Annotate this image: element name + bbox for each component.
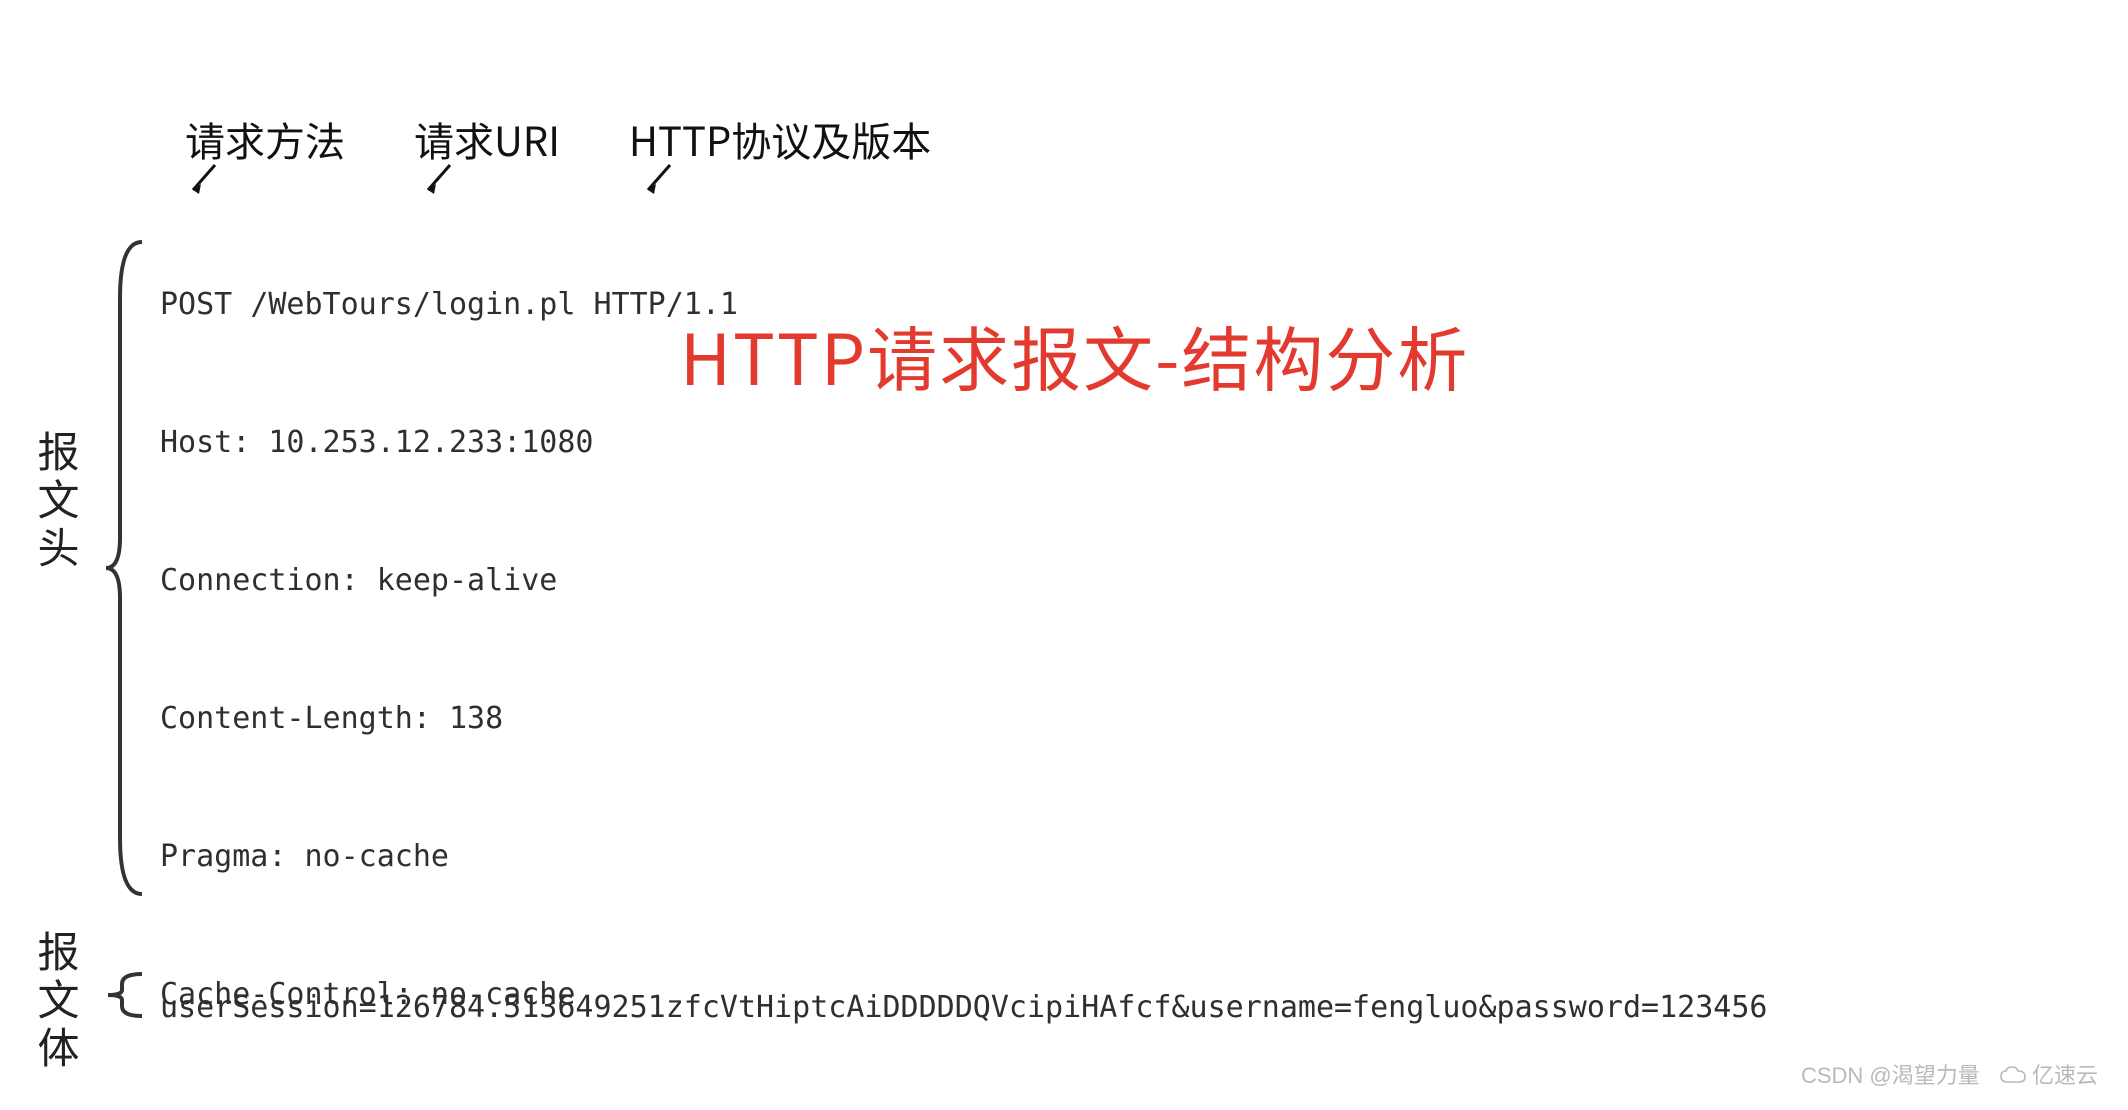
watermark: CSDN @渴望力量 亿速云: [1801, 1058, 2098, 1090]
watermark-brand: 亿速云: [2032, 1063, 2098, 1088]
header-line: Host: 10.253.12.233:1080: [160, 420, 1767, 466]
side-label-body: 报文体: [28, 930, 89, 1074]
request-method: POST: [160, 287, 232, 322]
brace-body-icon: [102, 970, 152, 1020]
diagram-stage: 请求方法 请求URI HTTP协议及版本 HTTP请求报文-结构分析 POST …: [0, 0, 2128, 1110]
brace-header-icon: [102, 238, 152, 898]
header-line: Content-Length: 138: [160, 696, 1767, 742]
side-label-header: 报文头: [28, 430, 89, 574]
top-labels-row: 请求方法 请求URI HTTP协议及版本: [185, 110, 991, 168]
watermark-text: CSDN @渴望力量: [1801, 1063, 1980, 1088]
http-request-block: POST /WebTours/login.pl HTTP/1.1 Host: 1…: [160, 190, 1767, 1110]
request-version: HTTP/1.1: [593, 287, 738, 322]
request-body: userSession=126784.513649251zfcVtHiptcAi…: [160, 985, 1767, 1031]
request-uri: /WebTours/login.pl: [250, 287, 575, 322]
header-line: Connection: keep-alive: [160, 558, 1767, 604]
request-line: POST /WebTours/login.pl HTTP/1.1: [160, 282, 1767, 328]
header-line: Pragma: no-cache: [160, 834, 1767, 880]
cloud-icon: [2000, 1064, 2026, 1090]
